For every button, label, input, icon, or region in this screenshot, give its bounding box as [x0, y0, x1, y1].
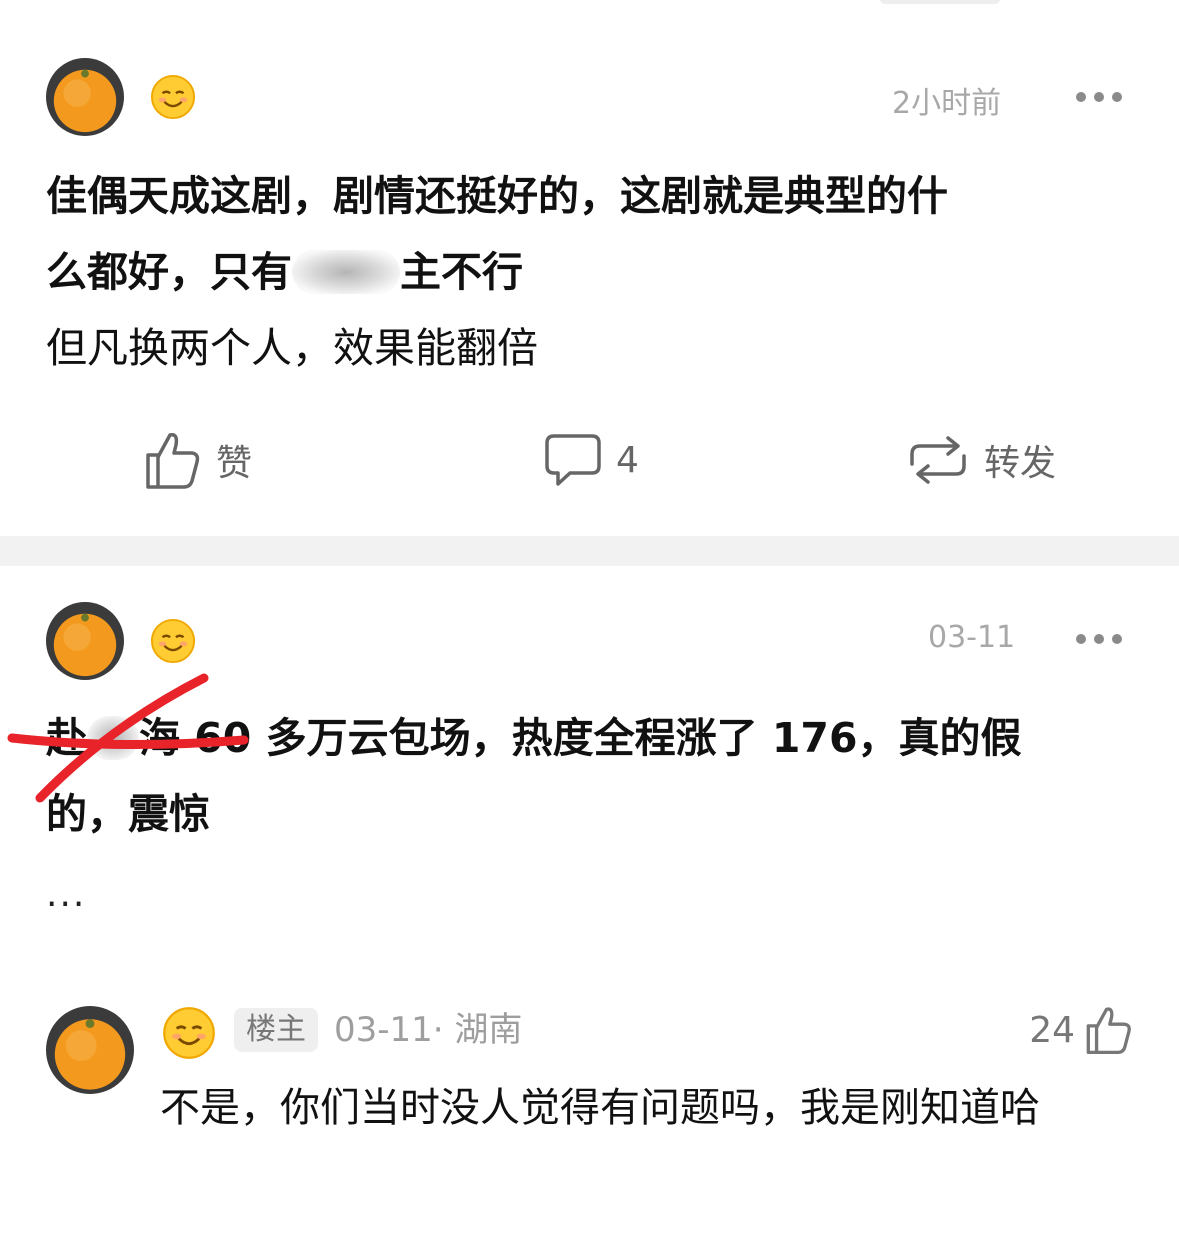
reply-avatar[interactable]: [46, 1006, 134, 1094]
content-text: 赴: [46, 714, 87, 762]
content-line: 佳偶天成这剧，剧情还挺好的，这剧就是典型的什: [46, 172, 948, 220]
repost-arrows-icon: [910, 436, 966, 484]
comment-bubble-icon: [545, 434, 601, 486]
post-card: 03-11 赴 海 60 多万云包场，热度全程涨了 176，真的假 的，震惊 ..…: [0, 566, 1179, 1246]
expand-ellipsis[interactable]: ...: [46, 874, 86, 915]
post-content: 赴 海 60 多万云包场，热度全程涨了 176，真的假 的，震惊: [46, 700, 1136, 852]
content-text: 60: [194, 714, 252, 762]
more-dots-icon[interactable]: [1076, 632, 1122, 646]
action-bar: 赞 4 转发: [0, 420, 1179, 500]
reply-item: 楼主 03-11· 湖南 24 不是，你们当时没人觉得有问题吗，我是刚知道哈: [0, 996, 1179, 1246]
smiling-face-emoji-icon: [162, 1006, 216, 1060]
blurred-text: [292, 250, 400, 294]
reply-text: 不是，你们当时没人觉得有问题吗，我是刚知道哈: [160, 1085, 1040, 1131]
smiling-face-emoji-icon: [150, 618, 196, 664]
thumbs-up-icon: [1086, 1007, 1131, 1054]
reply-like-button[interactable]: 24: [1029, 1004, 1133, 1056]
user-avatar[interactable]: [46, 602, 124, 680]
blurred-text: [87, 716, 139, 760]
post-card: 2小时前 佳偶天成这剧，剧情还挺好的，这剧就是典型的什 么都好，只有 主不行 但凡…: [0, 0, 1179, 536]
post-content: 佳偶天成这剧，剧情还挺好的，这剧就是典型的什 么都好，只有 主不行 但凡换两个人，…: [46, 158, 1136, 386]
orange-avatar-icon: [46, 1006, 134, 1094]
content-text: 海: [139, 714, 180, 762]
orange-avatar-icon: [46, 58, 124, 136]
content-line: 么都好，只有 主不行: [46, 234, 1136, 310]
section-divider: [0, 536, 1179, 566]
content-text: 主不行: [400, 248, 523, 296]
content-line: 但凡换两个人，效果能翻倍: [46, 324, 538, 372]
content-text: 多万云包场，热度全程涨了 176，真的假: [251, 714, 1022, 762]
repost-label: 转发: [984, 443, 1057, 484]
thumbs-up-icon: [146, 432, 200, 489]
comment-count: 4: [616, 439, 639, 481]
user-avatar[interactable]: [46, 58, 124, 136]
smiling-face-emoji-icon: [150, 74, 196, 120]
like-label: 赞: [216, 443, 253, 484]
post-time: 2小时前: [892, 86, 1002, 121]
reply-like-count: 24: [1029, 1009, 1075, 1051]
more-dots-icon[interactable]: [1076, 90, 1122, 104]
op-badge: 楼主: [234, 1008, 318, 1052]
like-button[interactable]: 赞: [144, 420, 252, 500]
content-line: 赴 海 60 多万云包场，热度全程涨了 176，真的假: [46, 700, 1136, 776]
post-time: 03-11: [928, 620, 1016, 655]
comment-button[interactable]: 4: [544, 420, 639, 500]
content-text: 么都好，只有: [46, 248, 292, 296]
reply-meta: 03-11· 湖南: [334, 1010, 523, 1050]
orange-avatar-icon: [46, 602, 124, 680]
repost-button[interactable]: 转发: [906, 420, 1056, 500]
content-line: 的，震惊: [46, 790, 210, 838]
